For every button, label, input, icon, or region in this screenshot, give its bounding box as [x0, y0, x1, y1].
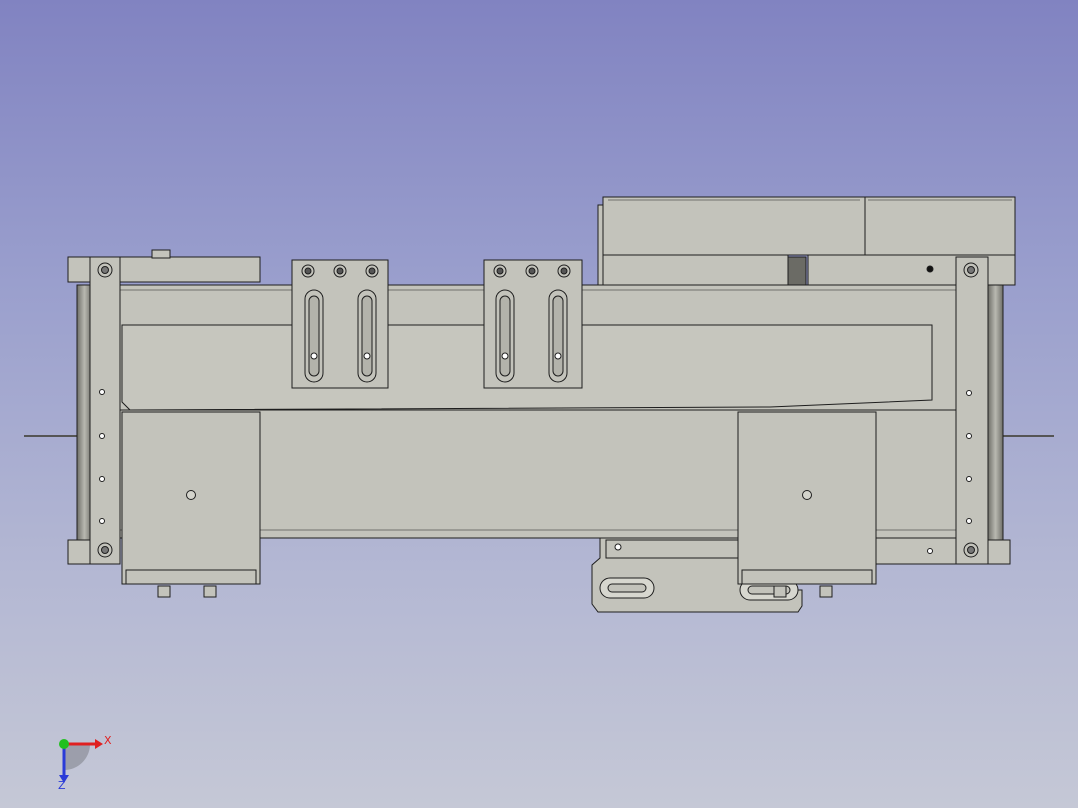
support-leg-right: [737, 411, 877, 598]
guide-bracket-left: [291, 259, 389, 389]
left-side-plate: [89, 256, 121, 565]
z-axis-label: Z: [58, 779, 66, 792]
3d-viewport[interactable]: X Z: [0, 0, 1078, 808]
cad-model-view[interactable]: X Z: [0, 0, 1078, 808]
right-roller: [987, 284, 1004, 546]
motor-housing: [597, 196, 1016, 286]
origin-sphere-icon: [59, 739, 69, 749]
support-leg-left: [121, 411, 261, 598]
axis-cross-indicator: X Z: [58, 734, 112, 792]
right-side-plate: [955, 256, 989, 565]
guide-bracket-right: [483, 259, 583, 389]
x-axis-label: X: [104, 734, 112, 747]
